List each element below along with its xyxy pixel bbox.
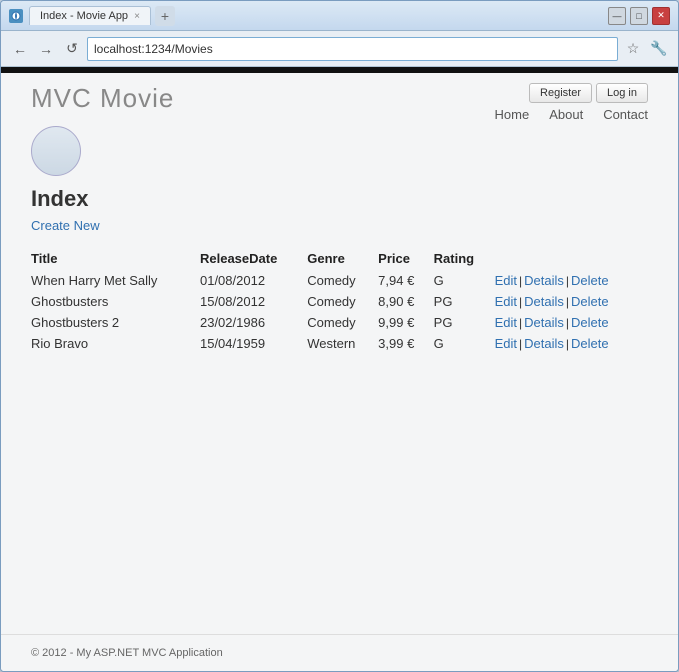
table-row: When Harry Met Sally 01/08/2012 Comedy 7… (31, 270, 648, 291)
col-rating: Rating (434, 247, 495, 270)
cell-rating: G (434, 270, 495, 291)
cell-title: Ghostbusters 2 (31, 312, 200, 333)
edit-link[interactable]: Edit (495, 273, 517, 288)
browser-icon (9, 9, 23, 23)
details-link[interactable]: Details (524, 315, 564, 330)
details-link[interactable]: Details (524, 336, 564, 351)
cell-title: When Harry Met Sally (31, 270, 200, 291)
delete-link[interactable]: Delete (571, 315, 609, 330)
cell-releasedate: 15/08/2012 (200, 291, 307, 312)
sep2: | (566, 337, 569, 351)
sep1: | (519, 337, 522, 351)
window-controls: — □ ✕ (608, 7, 670, 25)
edit-link[interactable]: Edit (495, 294, 517, 309)
cell-actions: Edit | Details | Delete (495, 333, 648, 354)
nav-links: Home About Contact (495, 107, 648, 122)
cell-genre: Western (307, 333, 378, 354)
cell-genre: Comedy (307, 312, 378, 333)
details-link[interactable]: Details (524, 273, 564, 288)
delete-link[interactable]: Delete (571, 273, 609, 288)
col-actions (495, 247, 648, 270)
cell-genre: Comedy (307, 270, 378, 291)
cell-actions: Edit | Details | Delete (495, 270, 648, 291)
table-row: Ghostbusters 2 23/02/1986 Comedy 9,99 € … (31, 312, 648, 333)
sep2: | (566, 295, 569, 309)
sep2: | (566, 316, 569, 330)
cell-price: 8,90 € (378, 291, 434, 312)
minimize-button[interactable]: — (608, 7, 626, 25)
cell-releasedate: 23/02/1986 (200, 312, 307, 333)
settings-button[interactable]: 🔧 (648, 38, 670, 60)
title-bar: Index - Movie App × + — □ ✕ (1, 1, 678, 31)
col-releasedate: ReleaseDate (200, 247, 307, 270)
col-price: Price (378, 247, 434, 270)
site-footer: © 2012 - My ASP.NET MVC Application (1, 634, 678, 671)
col-genre: Genre (307, 247, 378, 270)
nav-home[interactable]: Home (495, 107, 530, 122)
delete-link[interactable]: Delete (571, 294, 609, 309)
page-title: Index (31, 186, 648, 212)
sep1: | (519, 295, 522, 309)
sep1: | (519, 274, 522, 288)
details-link[interactable]: Details (524, 294, 564, 309)
site-header: MVC Movie Register Log in Home About Con… (1, 73, 678, 122)
cell-title: Rio Bravo (31, 333, 200, 354)
browser-window: Index - Movie App × + — □ ✕ ← → ↺ ☆ 🔧 MV… (0, 0, 679, 672)
delete-link[interactable]: Delete (571, 336, 609, 351)
tab-title: Index - Movie App (40, 10, 128, 22)
table-row: Rio Bravo 15/04/1959 Western 3,99 € G Ed… (31, 333, 648, 354)
bookmark-button[interactable]: ☆ (622, 38, 644, 60)
cell-title: Ghostbusters (31, 291, 200, 312)
cell-price: 7,94 € (378, 270, 434, 291)
tab-close-btn[interactable]: × (134, 11, 140, 22)
cell-price: 9,99 € (378, 312, 434, 333)
main-content: Index Create New Title ReleaseDate Genre… (1, 176, 678, 634)
register-button[interactable]: Register (529, 83, 592, 103)
cell-rating: G (434, 333, 495, 354)
nav-about[interactable]: About (549, 107, 583, 122)
sep2: | (566, 274, 569, 288)
cell-actions: Edit | Details | Delete (495, 291, 648, 312)
cell-genre: Comedy (307, 291, 378, 312)
browser-tab[interactable]: Index - Movie App × (29, 6, 151, 25)
col-title: Title (31, 247, 200, 270)
address-bar: ← → ↺ ☆ 🔧 (1, 31, 678, 67)
create-new-link[interactable]: Create New (31, 218, 100, 233)
sep1: | (519, 316, 522, 330)
maximize-button[interactable]: □ (630, 7, 648, 25)
footer-text: © 2012 - My ASP.NET MVC Application (31, 647, 223, 659)
cell-rating: PG (434, 291, 495, 312)
new-tab-button[interactable]: + (155, 6, 175, 26)
close-button[interactable]: ✕ (652, 7, 670, 25)
site-logo: MVC Movie (31, 83, 174, 114)
cell-actions: Edit | Details | Delete (495, 312, 648, 333)
cell-releasedate: 15/04/1959 (200, 333, 307, 354)
page-content: MVC Movie Register Log in Home About Con… (1, 73, 678, 671)
header-right: Register Log in Home About Contact (495, 83, 648, 122)
movies-table: Title ReleaseDate Genre Price Rating Whe… (31, 247, 648, 354)
avatar-area (1, 122, 678, 176)
table-row: Ghostbusters 15/08/2012 Comedy 8,90 € PG… (31, 291, 648, 312)
edit-link[interactable]: Edit (495, 315, 517, 330)
cell-rating: PG (434, 312, 495, 333)
edit-link[interactable]: Edit (495, 336, 517, 351)
table-header-row: Title ReleaseDate Genre Price Rating (31, 247, 648, 270)
back-button[interactable]: ← (9, 38, 31, 60)
avatar (31, 126, 81, 176)
login-button[interactable]: Log in (596, 83, 648, 103)
auth-buttons: Register Log in (529, 83, 648, 103)
forward-button[interactable]: → (35, 38, 57, 60)
cell-releasedate: 01/08/2012 (200, 270, 307, 291)
url-input[interactable] (87, 37, 618, 61)
nav-contact[interactable]: Contact (603, 107, 648, 122)
cell-price: 3,99 € (378, 333, 434, 354)
reload-button[interactable]: ↺ (61, 38, 83, 60)
